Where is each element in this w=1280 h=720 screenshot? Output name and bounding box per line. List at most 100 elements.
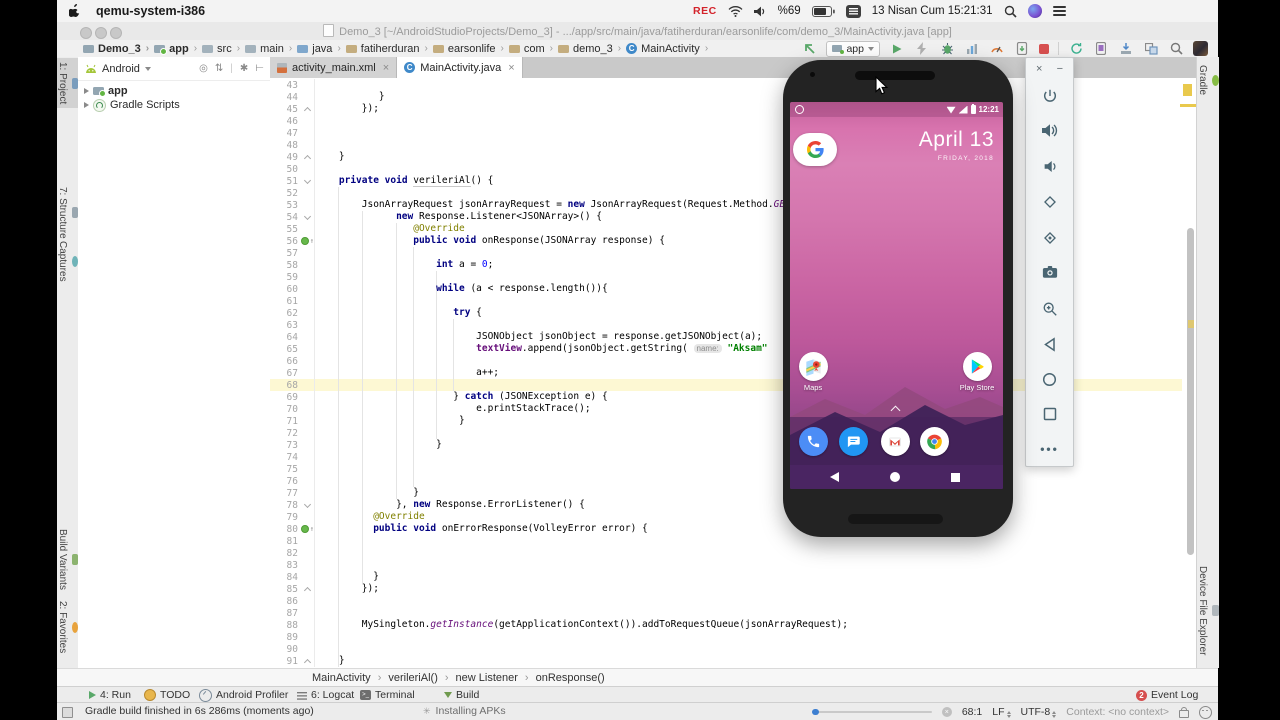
readonly-lock-icon[interactable] (1179, 707, 1189, 718)
sidebar-item-favorites[interactable]: 2: Favorites (57, 597, 78, 657)
code-line-67[interactable]: a++; (316, 367, 848, 379)
gutter-line-78[interactable]: 78 (270, 499, 314, 511)
gutter-line-54[interactable]: 54 (270, 211, 314, 223)
expand-arrow-icon[interactable] (84, 102, 89, 108)
notification-center-icon[interactable] (1052, 6, 1066, 16)
breadcrumb-com[interactable]: com (496, 43, 545, 55)
fold-marker-icon[interactable] (303, 658, 312, 666)
emulator-zoom-icon[interactable] (1026, 301, 1073, 317)
code-line-65[interactable]: textView.append(jsonObject.getString( na… (316, 343, 848, 355)
toolwindow-run[interactable]: 4: Run (89, 687, 131, 703)
code-line-81[interactable] (316, 535, 848, 547)
dock-messages-app[interactable] (831, 427, 875, 456)
gutter-line-69[interactable]: 69 (270, 391, 314, 403)
gutter-line-47[interactable]: 47 (270, 127, 314, 139)
code-line-55[interactable]: @Override (316, 223, 848, 235)
code-line-60[interactable]: while (a < response.length()){ (316, 283, 848, 295)
breadcrumb-fatiherduran[interactable]: fatiherduran (332, 43, 420, 55)
gutter-line-82[interactable]: 82 (270, 547, 314, 559)
code-line-80[interactable]: public void onErrorResponse(VolleyError … (316, 523, 848, 535)
gutter-line-60[interactable]: 60 (270, 283, 314, 295)
gutter-line-72[interactable]: 72 (270, 427, 314, 439)
fold-marker-icon[interactable] (303, 586, 312, 594)
code-line-44[interactable]: } (316, 91, 848, 103)
date-widget[interactable]: April 13 FRIDAY, 2018 (919, 128, 994, 162)
cancel-progress-icon[interactable]: × (941, 707, 952, 717)
breadcrumb-project[interactable]: Demo_3 (83, 43, 141, 55)
toolwindow-logcat[interactable]: 6: Logcat (297, 687, 354, 703)
editor-scrollbar[interactable] (1187, 228, 1194, 555)
avd-manager-icon[interactable] (1093, 41, 1109, 57)
code-line-76[interactable] (316, 475, 848, 487)
close-tab-icon[interactable]: × (383, 62, 389, 74)
profile-button[interactable] (964, 41, 980, 57)
gutter-line-52[interactable]: 52 (270, 187, 314, 199)
code-line-74[interactable] (316, 451, 848, 463)
breadcrumb-app[interactable]: app (141, 43, 189, 55)
gutter-line-89[interactable]: 89 (270, 631, 314, 643)
fold-marker-icon[interactable] (303, 106, 312, 114)
code-line-52[interactable] (316, 187, 848, 199)
gutter-line-64[interactable]: 64 (270, 331, 314, 343)
gutter-line-57[interactable]: 57 (270, 247, 314, 259)
gutter-line-86[interactable]: 86 (270, 595, 314, 607)
nav-overview-icon[interactable] (951, 472, 960, 482)
code-line-54[interactable]: new Response.Listener<JSONArray>() { (316, 211, 848, 223)
gutter-line-70[interactable]: 70 (270, 403, 314, 415)
code-line-89[interactable] (316, 631, 848, 643)
emulator-power-icon[interactable] (1026, 88, 1073, 104)
gutter-line-81[interactable]: 81 (270, 535, 314, 547)
locate-icon[interactable]: ◎ (199, 63, 208, 74)
code-line-86[interactable] (316, 595, 848, 607)
project-view-selector[interactable]: Android (102, 63, 140, 75)
code-line-68[interactable] (316, 379, 848, 391)
code-line-56[interactable]: public void onResponse(JSONArray respons… (316, 235, 848, 247)
emulator-rotate-right-icon[interactable] (1026, 230, 1073, 246)
gutter-line-51[interactable]: 51 (270, 175, 314, 187)
line-separator-select[interactable]: LF (992, 706, 1011, 718)
gutter-line-90[interactable]: 90 (270, 643, 314, 655)
gutter-line-46[interactable]: 46 (270, 115, 314, 127)
code-line-78[interactable]: }, new Response.ErrorListener() { (316, 499, 848, 511)
debug-button[interactable] (939, 41, 955, 57)
code-line-72[interactable] (316, 427, 848, 439)
tab-mainactivity-java[interactable]: C MainActivity.java × (397, 57, 523, 78)
gutter-line-53[interactable]: 53 (270, 199, 314, 211)
breadcrumb-demo3[interactable]: demo_3 (545, 43, 613, 55)
code-line-59[interactable] (316, 271, 848, 283)
gutter-line-84[interactable]: 84 (270, 571, 314, 583)
code-line-87[interactable] (316, 607, 848, 619)
spotlight-search-icon[interactable] (1004, 5, 1017, 18)
gradle-sync-icon[interactable] (1068, 41, 1084, 57)
tree-item-gradle-scripts[interactable]: Gradle Scripts (78, 98, 270, 112)
toolwindow-event-log[interactable]: 2 Event Log (1136, 687, 1198, 703)
phone-screen[interactable]: 12:21 April 13 FRIDAY, 2018 Maps Play St… (790, 102, 1003, 489)
gutter-line-71[interactable]: 71 (270, 415, 314, 427)
input-source-icon[interactable] (845, 4, 861, 18)
code-line-79[interactable]: @Override (316, 511, 848, 523)
sidebar-item-gradle[interactable]: Gradle (1197, 61, 1219, 99)
fold-marker-icon[interactable] (303, 176, 312, 184)
emulator-minimize-icon[interactable]: − (1057, 63, 1063, 75)
code-line-51[interactable]: private void verileriAl() { (316, 175, 848, 187)
sidebar-item-structure[interactable]: 7: Structure (57, 183, 78, 243)
gutter-line-58[interactable]: 58 (270, 259, 314, 271)
code-line-69[interactable]: } catch (JSONException e) { (316, 391, 848, 403)
apply-changes-icon[interactable] (914, 41, 930, 57)
sdk-manager-icon[interactable] (1118, 41, 1134, 57)
menubar-app-name[interactable]: qemu-system-i386 (96, 4, 205, 18)
gutter-line-44[interactable]: 44 (270, 91, 314, 103)
gutter-line-73[interactable]: 73 (270, 439, 314, 451)
gutter-line-48[interactable]: 48 (270, 139, 314, 151)
code-line-82[interactable] (316, 547, 848, 559)
code-line-53[interactable]: JsonArrayRequest jsonArrayRequest = new … (316, 199, 848, 211)
code-line-71[interactable]: } (316, 415, 848, 427)
gutter-line-67[interactable]: 67 (270, 367, 314, 379)
crumb-class[interactable]: MainActivity (312, 672, 371, 684)
navigate-back-icon[interactable] (801, 41, 817, 57)
dock-gmail-app[interactable] (873, 427, 917, 456)
gutter-line-75[interactable]: 75 (270, 463, 314, 475)
breadcrumb-earsonlife[interactable]: earsonlife (420, 43, 496, 55)
code-line-49[interactable]: } (316, 151, 848, 163)
code-line-85[interactable]: }); (316, 583, 848, 595)
